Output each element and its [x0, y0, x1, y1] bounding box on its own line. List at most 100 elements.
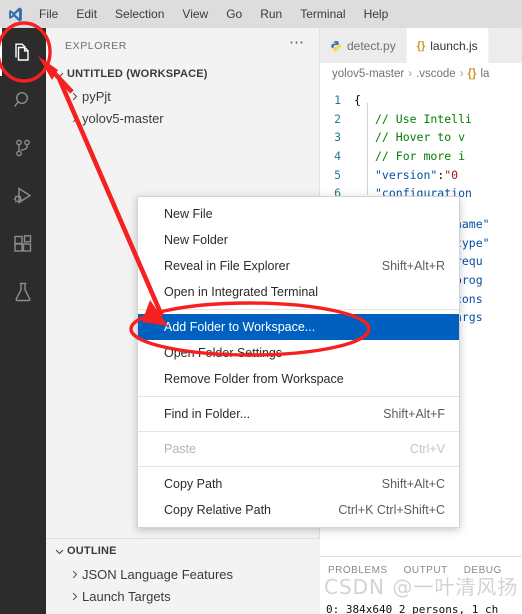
menu-separator	[138, 309, 459, 310]
menu-item-label: Add Folder to Workspace...	[164, 320, 316, 334]
breadcrumb-item-subfolder[interactable]: .vscode	[416, 68, 456, 80]
folder-item-yolov5-master[interactable]: yolov5-master	[46, 107, 319, 129]
menu-item-shortcut: Ctrl+K Ctrl+Shift+C	[338, 503, 445, 517]
panel-tab-problems[interactable]: PROBLEMS	[328, 565, 388, 576]
code-line: 5 "version" : "0	[320, 165, 522, 184]
menu-edit[interactable]: Edit	[67, 0, 106, 28]
activitybar-item-explorer[interactable]	[0, 28, 46, 76]
workspace-root[interactable]: UNTITLED (WORKSPACE)	[46, 63, 319, 85]
vscode-logo-icon	[0, 6, 30, 23]
editor-tabs: detect.py {} launch.js	[320, 28, 522, 63]
panel-tab-debug[interactable]: DEBUG	[464, 565, 502, 576]
tab-label: detect.py	[347, 38, 396, 53]
line-number: 2	[334, 111, 341, 126]
menu-item-shortcut: Shift+Alt+F	[383, 407, 445, 421]
menu-file[interactable]: File	[30, 0, 67, 28]
chevron-right-icon	[66, 569, 82, 580]
chevron-down-icon	[51, 546, 67, 557]
code-text: // Hover to v	[375, 130, 466, 145]
menu-separator	[138, 431, 459, 432]
outline-panel: OUTLINE JSON Language Features Launch Ta…	[46, 538, 320, 614]
context-menu-item-remove-folder-from-workspace[interactable]: Remove Folder from Workspace	[138, 366, 459, 392]
context-menu-item-paste: Paste Ctrl+V	[138, 436, 459, 462]
menu-terminal[interactable]: Terminal	[291, 0, 354, 28]
activitybar-item-run-debug[interactable]	[0, 172, 46, 220]
outline-item-label: JSON Language Features	[82, 566, 234, 582]
menu-item-shortcut: Shift+Alt+C	[381, 477, 445, 491]
chevron-right-icon: ›	[459, 68, 464, 80]
activitybar-item-testing[interactable]	[0, 268, 46, 316]
activity-bar	[0, 28, 46, 614]
activitybar-item-extensions[interactable]	[0, 220, 46, 268]
tab-detect-py[interactable]: detect.py	[320, 28, 407, 63]
tab-label: launch.js	[430, 38, 478, 53]
activitybar-item-search[interactable]	[0, 76, 46, 124]
extensions-icon	[14, 235, 32, 252]
source-control-icon	[16, 139, 30, 157]
run-debug-icon	[13, 187, 32, 204]
menu-bar: File Edit Selection View Go Run Terminal…	[0, 0, 522, 28]
context-menu-item-copy-path[interactable]: Copy Path Shift+Alt+C	[138, 471, 459, 497]
code-text: // Use Intelli	[375, 111, 472, 126]
line-number: 4	[334, 149, 341, 164]
menu-item-label: New File	[164, 207, 213, 221]
folder-item-pypjt[interactable]: pyPjt	[46, 85, 319, 107]
activitybar-item-source-control[interactable]	[0, 124, 46, 172]
explorer-title: EXPLORER	[65, 39, 127, 52]
menu-item-label: Open in Integrated Terminal	[164, 285, 319, 299]
folder-label: yolov5-master	[82, 110, 164, 126]
breadcrumb-item-folder[interactable]: yolov5-master	[332, 68, 404, 80]
files-icon	[15, 43, 29, 61]
outline-item-json-language-features[interactable]: JSON Language Features	[46, 563, 320, 585]
ellipsis-icon[interactable]: ⋯	[285, 35, 309, 53]
breadcrumb-item-file[interactable]: la	[481, 68, 490, 80]
line-number: 1	[334, 93, 341, 108]
chevron-right-icon	[66, 91, 82, 102]
menu-help[interactable]: Help	[355, 0, 398, 28]
context-menu-item-open-in-integrated-terminal[interactable]: Open in Integrated Terminal	[138, 279, 459, 305]
breadcrumb: yolov5-master › .vscode › {} la	[320, 63, 522, 85]
menu-item-shortcut: Ctrl+V	[409, 442, 445, 456]
chevron-down-icon	[51, 69, 67, 80]
code-text: // For more i	[375, 149, 466, 164]
code-text: "0	[444, 167, 459, 182]
menu-run[interactable]: Run	[251, 0, 291, 28]
outline-header[interactable]: OUTLINE	[46, 539, 320, 563]
outline-item-launch-targets[interactable]: Launch Targets	[46, 585, 320, 607]
menu-view[interactable]: View	[173, 0, 217, 28]
python-icon	[330, 40, 342, 52]
workspace-label: UNTITLED (WORKSPACE)	[67, 68, 208, 80]
tab-launch-json[interactable]: {} launch.js	[406, 28, 489, 63]
panel-tab-output[interactable]: OUTPUT	[404, 565, 448, 576]
bottom-panel: PROBLEMS OUTPUT DEBUG 0: 384x640 2 perso…	[320, 556, 522, 614]
code-text: :	[437, 167, 445, 182]
line-number: 5	[334, 167, 341, 182]
code-line: 1 {	[320, 91, 522, 110]
context-menu-item-copy-relative-path[interactable]: Copy Relative Path Ctrl+K Ctrl+Shift+C	[138, 497, 459, 523]
context-menu-item-open-folder-settings[interactable]: Open Folder Settings	[138, 340, 459, 366]
context-menu-item-reveal-in-file-explorer[interactable]: Reveal in File Explorer Shift+Alt+R	[138, 253, 459, 279]
json-braces-icon: {}	[467, 68, 477, 80]
terminal-output-line: 0: 384x640 2 persons, 1 ch	[326, 603, 499, 614]
context-menu-item-new-file[interactable]: New File	[138, 201, 459, 227]
chevron-right-icon	[66, 113, 82, 124]
outline-label: OUTLINE	[67, 545, 117, 557]
flask-icon	[15, 282, 31, 302]
context-menu-item-find-in-folder[interactable]: Find in Folder... Shift+Alt+F	[138, 401, 459, 427]
menu-go[interactable]: Go	[217, 0, 251, 28]
context-menu-item-new-folder[interactable]: New Folder	[138, 227, 459, 253]
code-line: 3 // Hover to v	[320, 128, 522, 147]
menu-separator	[138, 396, 459, 397]
menu-separator	[138, 466, 459, 467]
code-text: "version"	[375, 167, 438, 182]
menu-selection[interactable]: Selection	[106, 0, 173, 28]
menu-item-label: Copy Path	[164, 477, 223, 491]
panel-tabs: PROBLEMS OUTPUT DEBUG	[320, 557, 522, 583]
menu-item-label: Copy Relative Path	[164, 503, 272, 517]
menu-item-shortcut: Shift+Alt+R	[381, 259, 445, 273]
context-menu-item-add-folder-to-workspace[interactable]: Add Folder to Workspace...	[138, 314, 459, 340]
code-text: {	[354, 93, 361, 108]
search-icon	[14, 91, 29, 107]
folder-label: pyPjt	[82, 88, 111, 104]
chevron-right-icon: ›	[408, 68, 413, 80]
